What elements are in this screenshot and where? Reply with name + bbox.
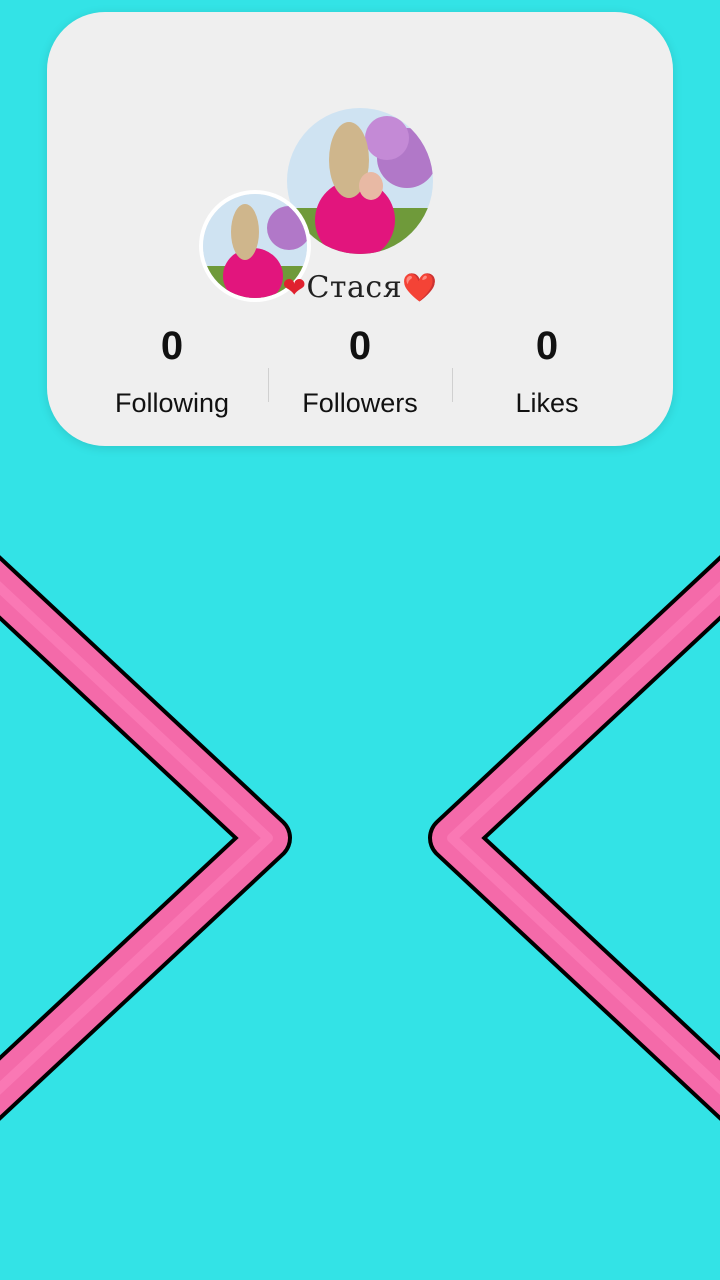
right-chevron-icon <box>428 555 720 1121</box>
chevron-decoration <box>0 555 720 1121</box>
left-chevron-icon <box>0 555 292 1121</box>
